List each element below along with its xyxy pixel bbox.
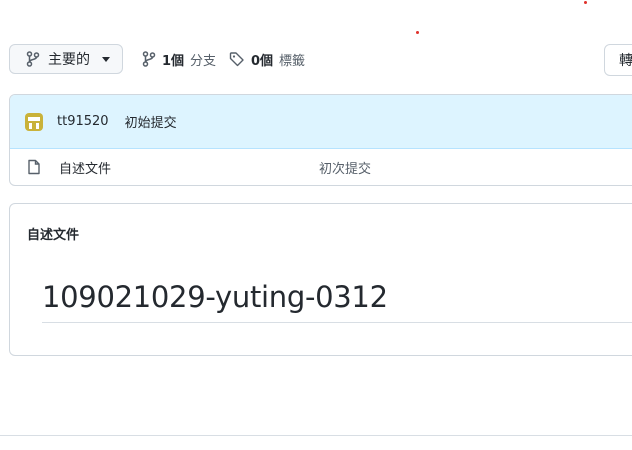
repo-toolbar: 主要的 1個 分支 0個 標籤 轉 bbox=[9, 44, 632, 76]
divider bbox=[0, 435, 632, 436]
branch-select-button[interactable]: 主要的 bbox=[9, 44, 123, 74]
go-to-file-label: 轉 bbox=[619, 53, 632, 69]
file-commit-message[interactable]: 初次提交 bbox=[319, 158, 371, 177]
tags-link[interactable]: 0個 標籤 bbox=[229, 44, 305, 74]
tag-icon bbox=[229, 52, 244, 67]
chevron-down-icon bbox=[102, 56, 110, 62]
branches-link[interactable]: 1個 分支 bbox=[142, 44, 216, 74]
readme-panel: 自述文件 109021029-yuting-0312 bbox=[9, 203, 632, 356]
commit-author[interactable]: tt91520 bbox=[57, 114, 109, 129]
branches-count: 1個 bbox=[162, 53, 185, 69]
file-browser: tt91520 初始提交 自述文件 初次提交 bbox=[9, 94, 632, 186]
file-name[interactable]: 自述文件 bbox=[59, 158, 111, 177]
readme-title[interactable]: 自述文件 bbox=[27, 224, 79, 243]
latest-commit-row: tt91520 初始提交 bbox=[10, 95, 632, 149]
file-row: 自述文件 初次提交 bbox=[10, 149, 632, 185]
red-dot bbox=[584, 1, 587, 4]
red-dot bbox=[416, 31, 419, 34]
branch-label: 主要的 bbox=[48, 52, 90, 68]
tags-label: 標籤 bbox=[279, 53, 306, 69]
go-to-file-button[interactable]: 轉 bbox=[604, 44, 632, 76]
tags-count: 0個 bbox=[251, 53, 274, 69]
git-branch-icon bbox=[26, 51, 40, 67]
divider bbox=[42, 322, 632, 323]
branches-label: 分支 bbox=[190, 53, 217, 69]
file-icon bbox=[28, 159, 40, 175]
avatar[interactable] bbox=[23, 111, 45, 133]
commit-message[interactable]: 初始提交 bbox=[125, 112, 177, 131]
git-branch-icon bbox=[142, 51, 156, 67]
readme-heading: 109021029-yuting-0312 bbox=[42, 280, 388, 314]
